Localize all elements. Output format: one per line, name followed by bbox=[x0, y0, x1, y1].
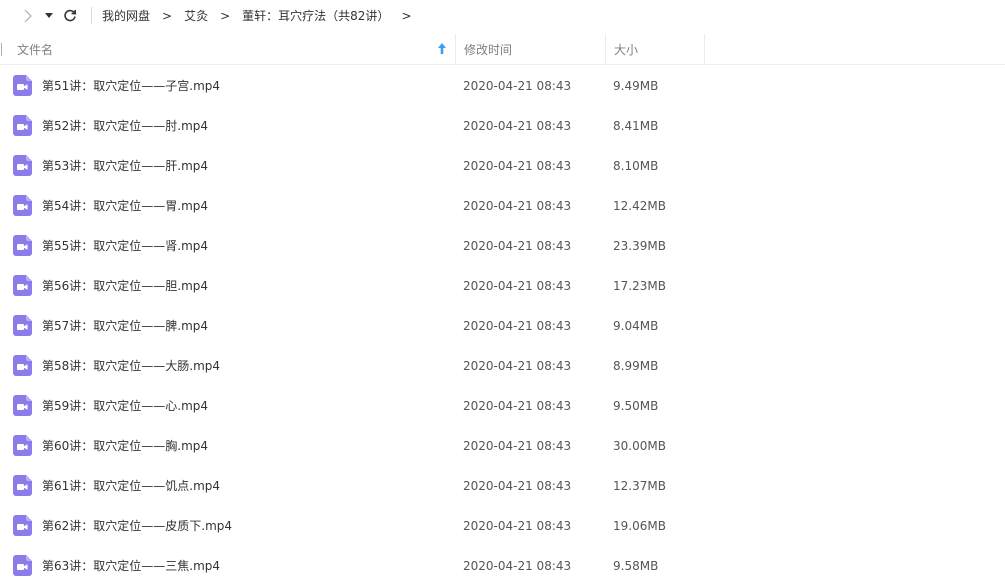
breadcrumb-separator[interactable]: > bbox=[401, 9, 411, 23]
column-header-size[interactable]: 大小 bbox=[605, 34, 705, 65]
file-name[interactable]: 第57讲：取穴定位——脾.mp4 bbox=[42, 306, 208, 346]
file-date: 2020-04-21 08:43 bbox=[463, 359, 572, 373]
file-name[interactable]: 第55讲：取穴定位——肾.mp4 bbox=[42, 226, 208, 266]
file-name[interactable]: 第60讲：取穴定位——胸.mp4 bbox=[42, 426, 208, 466]
back-button[interactable] bbox=[18, 0, 36, 31]
table-row[interactable]: 第60讲：取穴定位——胸.mp4 2020-04-21 08:43 30.00M… bbox=[0, 426, 1005, 466]
column-header-name-label: 文件名 bbox=[17, 43, 54, 57]
table-row[interactable]: 第63讲：取穴定位——三焦.mp4 2020-04-21 08:43 9.58M… bbox=[0, 546, 1005, 586]
table-row[interactable]: 第56讲：取穴定位——胆.mp4 2020-04-21 08:43 17.23M… bbox=[0, 266, 1005, 306]
file-name[interactable]: 第62讲：取穴定位——皮质下.mp4 bbox=[42, 506, 232, 546]
file-list: 第51讲：取穴定位——子宫.mp4 2020-04-21 08:43 9.49M… bbox=[0, 66, 1005, 586]
file-name[interactable]: 第59讲：取穴定位——心.mp4 bbox=[42, 386, 208, 426]
file-size: 19.06MB bbox=[613, 519, 666, 533]
column-header-name[interactable]: 文件名 bbox=[0, 34, 455, 65]
file-date: 2020-04-21 08:43 bbox=[463, 399, 572, 413]
file-name[interactable]: 第53讲：取穴定位——肝.mp4 bbox=[42, 146, 208, 186]
video-file-icon bbox=[13, 315, 32, 336]
caret-down-icon bbox=[45, 12, 53, 18]
video-file-icon bbox=[13, 355, 32, 376]
table-row[interactable]: 第53讲：取穴定位——肝.mp4 2020-04-21 08:43 8.10MB bbox=[0, 146, 1005, 186]
column-header-date-label: 修改时间 bbox=[464, 43, 513, 57]
table-row[interactable]: 第51讲：取穴定位——子宫.mp4 2020-04-21 08:43 9.49M… bbox=[0, 66, 1005, 106]
breadcrumb-item-current-folder[interactable]: 董轩：耳穴疗法（共82讲） bbox=[242, 7, 389, 24]
table-row[interactable]: 第55讲：取穴定位——肾.mp4 2020-04-21 08:43 23.39M… bbox=[0, 226, 1005, 266]
file-name[interactable]: 第52讲：取穴定位——肘.mp4 bbox=[42, 106, 208, 146]
breadcrumb: 我的网盘 > 艾灸 > 董轩：耳穴疗法（共82讲） > bbox=[102, 0, 424, 31]
table-row[interactable]: 第52讲：取穴定位——肘.mp4 2020-04-21 08:43 8.41MB bbox=[0, 106, 1005, 146]
table-row[interactable]: 第57讲：取穴定位——脾.mp4 2020-04-21 08:43 9.04MB bbox=[0, 306, 1005, 346]
history-dropdown-button[interactable] bbox=[42, 0, 56, 31]
file-name[interactable]: 第61讲：取穴定位——饥点.mp4 bbox=[42, 466, 220, 506]
file-date: 2020-04-21 08:43 bbox=[463, 79, 572, 93]
file-size: 9.50MB bbox=[613, 399, 659, 413]
file-date: 2020-04-21 08:43 bbox=[463, 239, 572, 253]
file-date: 2020-04-21 08:43 bbox=[463, 199, 572, 213]
breadcrumb-item-moxibustion[interactable]: 艾灸 bbox=[184, 7, 208, 24]
file-name[interactable]: 第54讲：取穴定位——胃.mp4 bbox=[42, 186, 208, 226]
file-size: 17.23MB bbox=[613, 279, 666, 293]
column-header-size-label: 大小 bbox=[614, 43, 639, 57]
file-date: 2020-04-21 08:43 bbox=[463, 559, 572, 573]
breadcrumb-separator: > bbox=[162, 8, 173, 23]
file-size: 8.41MB bbox=[613, 119, 659, 133]
video-file-icon bbox=[13, 275, 32, 296]
file-size: 9.49MB bbox=[613, 79, 659, 93]
file-date: 2020-04-21 08:43 bbox=[463, 319, 572, 333]
file-size: 8.10MB bbox=[613, 159, 659, 173]
file-size: 12.42MB bbox=[613, 199, 666, 213]
file-name[interactable]: 第56讲：取穴定位——胆.mp4 bbox=[42, 266, 208, 306]
table-row[interactable]: 第62讲：取穴定位——皮质下.mp4 2020-04-21 08:43 19.0… bbox=[0, 506, 1005, 546]
file-name[interactable]: 第51讲：取穴定位——子宫.mp4 bbox=[42, 66, 220, 106]
file-size: 23.39MB bbox=[613, 239, 666, 253]
table-row[interactable]: 第61讲：取穴定位——饥点.mp4 2020-04-21 08:43 12.37… bbox=[0, 466, 1005, 506]
table-row[interactable]: 第54讲：取穴定位——胃.mp4 2020-04-21 08:43 12.42M… bbox=[0, 186, 1005, 226]
video-file-icon bbox=[13, 75, 32, 96]
video-file-icon bbox=[13, 195, 32, 216]
video-file-icon bbox=[13, 395, 32, 416]
file-size: 30.00MB bbox=[613, 439, 666, 453]
file-list-header: 文件名 修改时间 大小 bbox=[0, 34, 1005, 65]
file-date: 2020-04-21 08:43 bbox=[463, 279, 572, 293]
file-date: 2020-04-21 08:43 bbox=[463, 479, 572, 493]
file-size: 8.99MB bbox=[613, 359, 659, 373]
video-file-icon bbox=[13, 515, 32, 536]
file-name[interactable]: 第63讲：取穴定位——三焦.mp4 bbox=[42, 546, 220, 586]
video-file-icon bbox=[13, 475, 32, 496]
file-date: 2020-04-21 08:43 bbox=[463, 519, 572, 533]
sort-ascending-icon bbox=[438, 43, 446, 54]
table-row[interactable]: 第58讲：取穴定位——大肠.mp4 2020-04-21 08:43 8.99M… bbox=[0, 346, 1005, 386]
toolbar: 我的网盘 > 艾灸 > 董轩：耳穴疗法（共82讲） > bbox=[0, 0, 1005, 31]
file-date: 2020-04-21 08:43 bbox=[463, 119, 572, 133]
column-header-date[interactable]: 修改时间 bbox=[455, 34, 605, 65]
file-name[interactable]: 第58讲：取穴定位——大肠.mp4 bbox=[42, 346, 220, 386]
file-size: 9.04MB bbox=[613, 319, 659, 333]
file-size: 9.58MB bbox=[613, 559, 659, 573]
video-file-icon bbox=[13, 115, 32, 136]
video-file-icon bbox=[13, 435, 32, 456]
video-file-icon bbox=[13, 555, 32, 576]
table-row[interactable]: 第59讲：取穴定位——心.mp4 2020-04-21 08:43 9.50MB bbox=[0, 386, 1005, 426]
toolbar-divider bbox=[91, 7, 92, 24]
video-file-icon bbox=[13, 155, 32, 176]
file-size: 12.37MB bbox=[613, 479, 666, 493]
video-file-icon bbox=[13, 235, 32, 256]
file-date: 2020-04-21 08:43 bbox=[463, 439, 572, 453]
refresh-icon bbox=[64, 9, 77, 21]
breadcrumb-separator: > bbox=[220, 8, 231, 23]
file-date: 2020-04-21 08:43 bbox=[463, 159, 572, 173]
breadcrumb-item-my-drive[interactable]: 我的网盘 bbox=[102, 7, 150, 24]
chevron-left-icon bbox=[24, 9, 32, 22]
refresh-button[interactable] bbox=[60, 0, 80, 31]
